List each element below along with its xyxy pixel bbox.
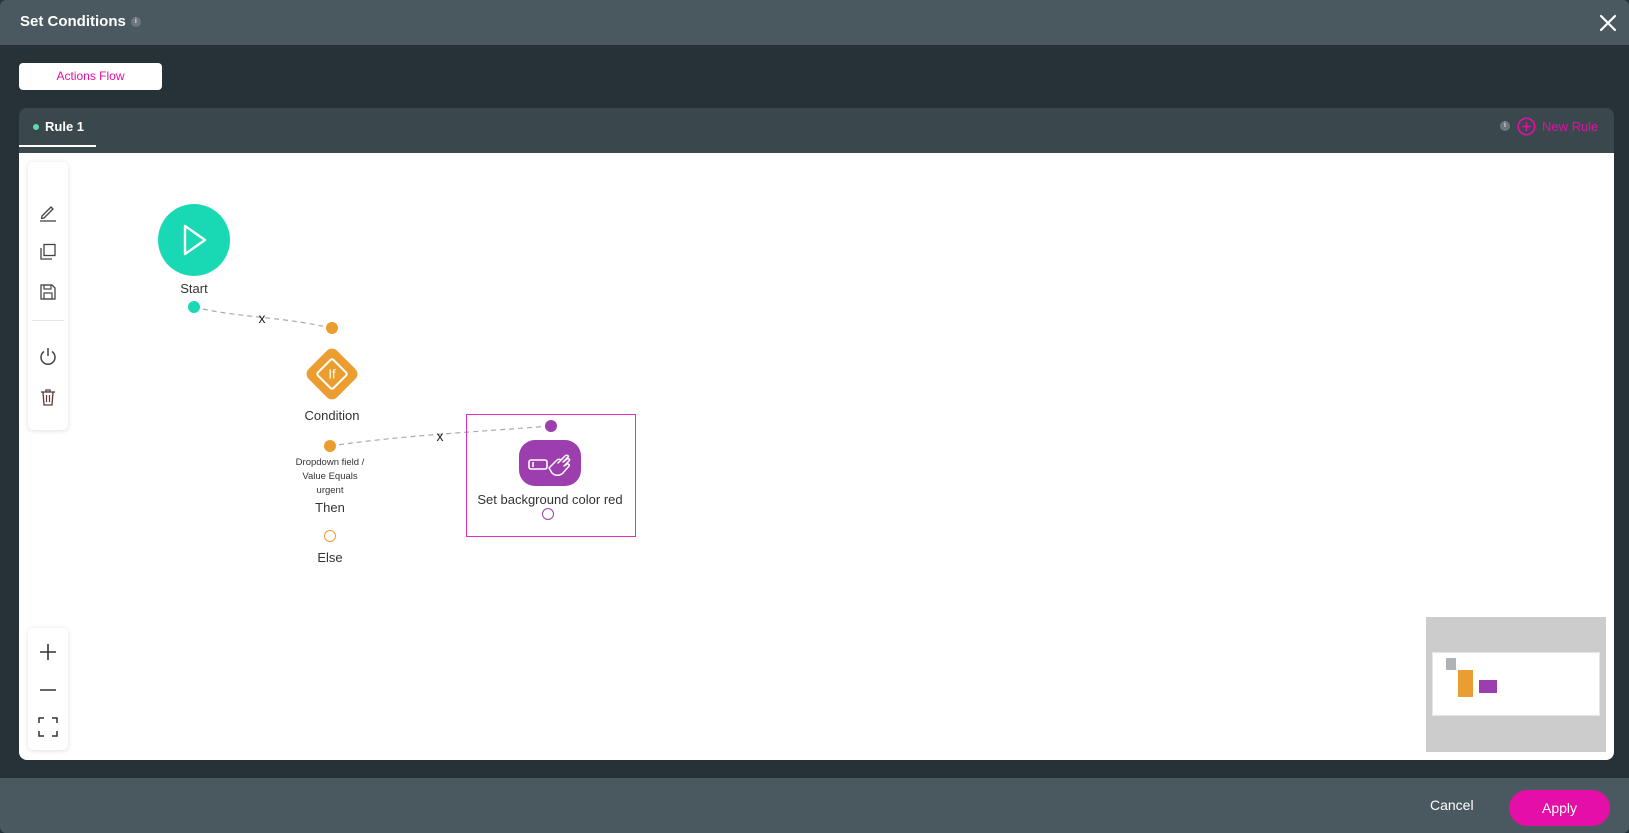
new-rule-label: New Rule xyxy=(1542,118,1599,134)
minus-icon xyxy=(40,689,56,691)
toggle-button[interactable] xyxy=(36,344,60,368)
then-label: Then xyxy=(315,500,345,515)
cancel-button[interactable]: Cancel xyxy=(1430,797,1474,813)
zoom-in-button[interactable] xyxy=(36,640,60,664)
pencil-icon xyxy=(40,206,56,222)
condition-then-port[interactable] xyxy=(324,440,336,452)
start-output-port[interactable] xyxy=(188,301,200,313)
action-output-port[interactable] xyxy=(542,508,554,520)
node-toolbar xyxy=(28,162,68,430)
trash-icon xyxy=(41,389,55,406)
tab-rule-1[interactable]: Rule 1 xyxy=(19,108,96,147)
dialog-footer: Cancel Apply xyxy=(0,778,1629,833)
condition-if-icon: If xyxy=(328,366,336,382)
play-icon xyxy=(183,224,207,256)
remove-edge-then-action[interactable]: x xyxy=(437,428,444,444)
new-rule-button[interactable]: New Rule xyxy=(1517,116,1598,136)
minimap-action-node xyxy=(1479,680,1497,693)
save-icon xyxy=(40,284,56,300)
close-icon xyxy=(1599,14,1617,32)
zoom-out-button[interactable] xyxy=(36,678,60,702)
save-button[interactable] xyxy=(36,280,60,304)
condition-description: Dropdown field / Value Equals urgent xyxy=(296,456,365,498)
close-button[interactable] xyxy=(1597,12,1619,34)
condition-label: Condition xyxy=(304,408,360,423)
minimap-condition-node xyxy=(1458,670,1473,697)
plus-circle-icon xyxy=(1517,117,1536,135)
toolbar-divider xyxy=(32,320,64,321)
else-label: Else xyxy=(317,550,343,565)
action-input-port[interactable] xyxy=(545,420,557,432)
edit-button[interactable] xyxy=(36,200,60,224)
remove-edge-start-condition[interactable]: x xyxy=(259,310,266,326)
fit-view-button[interactable] xyxy=(36,715,60,739)
delete-button[interactable] xyxy=(36,385,60,409)
condition-description-line: Dropdown field / xyxy=(295,457,365,468)
rule-tab-label: Rule 1 xyxy=(45,118,85,134)
set-conditions-dialog: Set Conditions i Actions Flow Rule 1 i N… xyxy=(0,0,1629,833)
flow-edges xyxy=(193,306,552,447)
power-icon xyxy=(40,348,56,365)
fit-screen-icon xyxy=(38,717,58,737)
minimap-viewport[interactable] xyxy=(1432,652,1600,716)
dialog-title-text: Set Conditions xyxy=(20,13,126,30)
click-button-icon xyxy=(528,454,571,476)
start-node[interactable] xyxy=(158,204,230,276)
rule-info-icon[interactable]: i xyxy=(1500,121,1510,131)
dialog-title: Set Conditions i xyxy=(20,13,141,30)
condition-else-port[interactable] xyxy=(324,530,336,542)
dialog-header: Set Conditions i xyxy=(0,0,1629,45)
condition-description-line: urgent xyxy=(316,485,344,496)
info-icon[interactable]: i xyxy=(130,16,141,27)
condition-description-line: Value Equals xyxy=(302,471,358,482)
rules-panel: Rule 1 i New Rule x x Start If Condition… xyxy=(19,108,1614,760)
zoom-toolbar xyxy=(28,628,68,750)
rule-status-dot xyxy=(33,123,39,130)
plus-icon xyxy=(40,644,56,660)
start-label: Start xyxy=(180,281,208,296)
minimap[interactable] xyxy=(1426,617,1606,752)
flow-canvas[interactable]: x x Start If Condition Dropdown field / … xyxy=(19,153,1614,760)
copy-icon xyxy=(40,243,56,260)
action-label: Set background color red xyxy=(477,492,623,507)
apply-button[interactable]: Apply xyxy=(1509,790,1610,826)
condition-input-port[interactable] xyxy=(326,322,338,334)
minimap-start-node xyxy=(1446,658,1456,670)
tab-actions-flow[interactable]: Actions Flow xyxy=(19,63,162,90)
duplicate-button[interactable] xyxy=(36,240,60,264)
action-node[interactable] xyxy=(519,440,581,486)
